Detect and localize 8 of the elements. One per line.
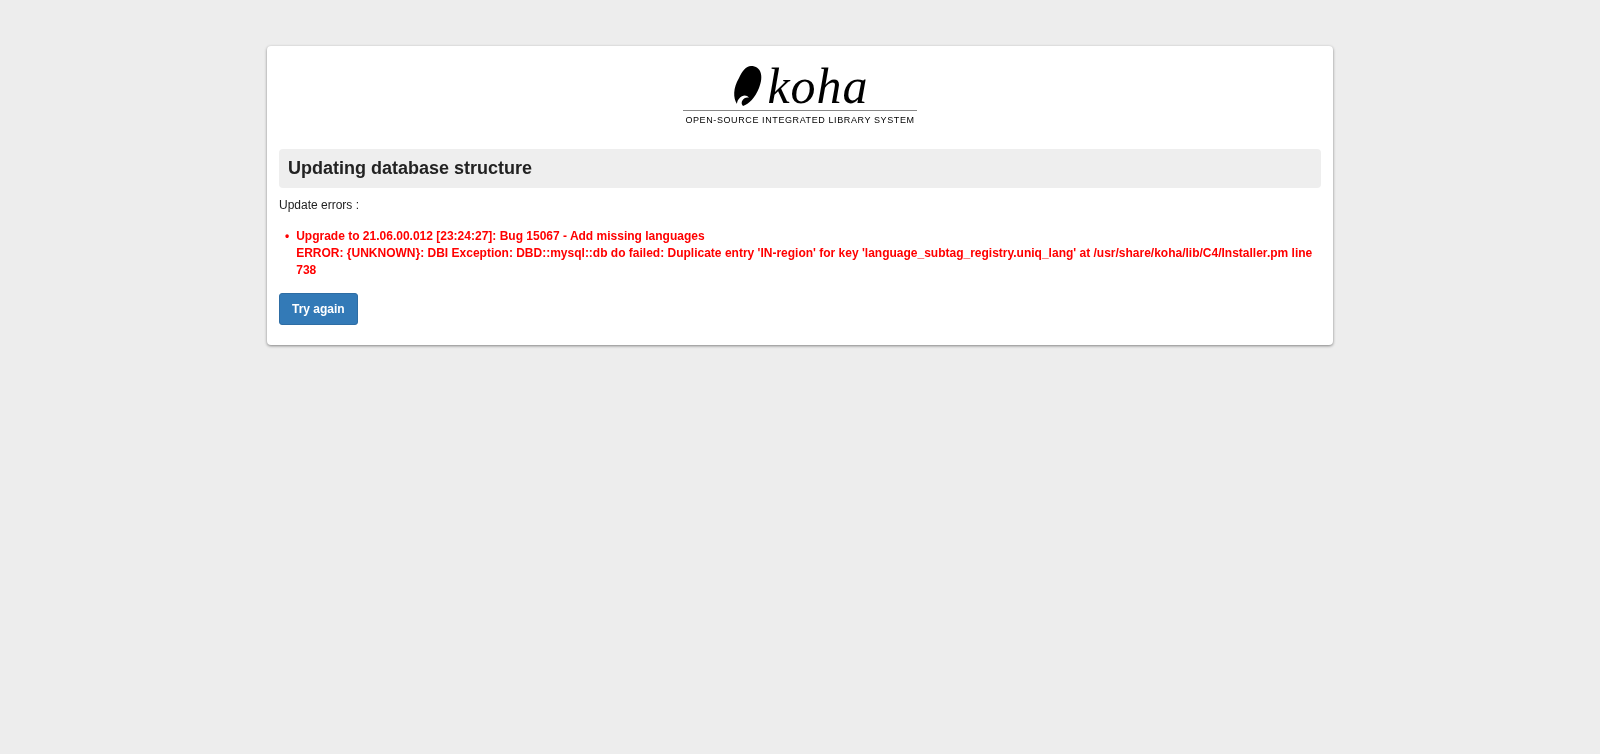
logo-tagline: OPEN-SOURCE INTEGRATED LIBRARY SYSTEM (685, 115, 915, 125)
error-title: Upgrade to 21.06.00.012 [23:24:27]: Bug 15067 - Add missing languages (296, 228, 706, 245)
bullet: • (285, 228, 290, 245)
error-message: ERROR: {UNKNOWN}: DBI Exception: DBD::mysql::db do failed: Duplicate entry 'IN-region' for key 'language_subtag_registry.uniq_lang' at /usr/share/koha/lib/C4/Installer.pm line 738 (296, 245, 1314, 279)
try-again-button[interactable]: Try again (279, 293, 358, 325)
page-heading: Updating database structure (279, 149, 1321, 188)
intro-text: Update errors : (279, 198, 361, 212)
logo-wordmark: koha (767, 64, 869, 108)
